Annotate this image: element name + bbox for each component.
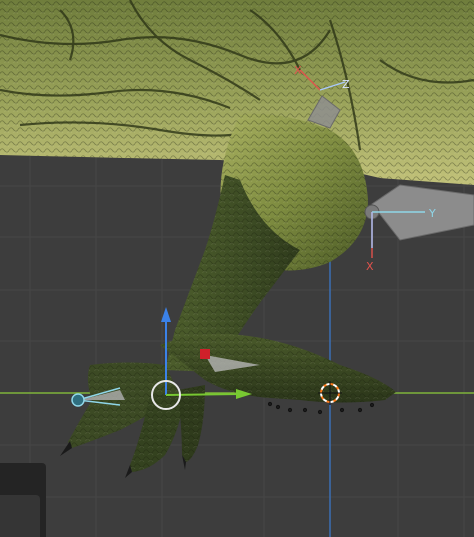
viewport-canvas[interactable]: X Z Y X (0, 0, 474, 537)
3d-viewport[interactable]: X Z Y X (0, 0, 474, 537)
toolbar-panel-inner[interactable] (0, 495, 40, 537)
ik-pole-target[interactable] (71, 393, 85, 407)
axis-label-x-tail: X (366, 260, 374, 273)
move-x-axis[interactable] (165, 393, 241, 396)
selected-bone-handle[interactable] (200, 349, 210, 359)
axis-label-y: Y (428, 207, 436, 220)
axis-label-z: Z (342, 78, 350, 91)
foot-spines (267, 401, 375, 415)
axis-label-x: X (294, 64, 302, 77)
